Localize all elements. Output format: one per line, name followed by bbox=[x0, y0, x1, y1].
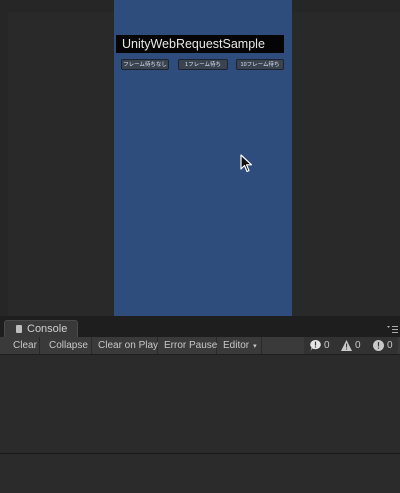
clear-button[interactable]: Clear bbox=[8, 337, 40, 354]
clear-on-play-toggle[interactable]: Clear on Play bbox=[95, 337, 158, 354]
error-icon bbox=[373, 340, 384, 351]
console-icon bbox=[16, 325, 22, 333]
collapse-toggle[interactable]: Collapse bbox=[46, 337, 92, 354]
tab-console[interactable]: Console bbox=[4, 320, 78, 337]
title-text-box: UnityWebRequestSample bbox=[116, 35, 284, 53]
console-tab-bar: Console bbox=[0, 316, 400, 337]
warning-count-toggle[interactable]: 0 bbox=[340, 337, 368, 354]
dropdown-arrow-icon: ▾ bbox=[253, 343, 257, 350]
one-frame-wait-button[interactable]: 1フレーム待ち bbox=[178, 59, 228, 70]
console-detail-area[interactable] bbox=[0, 454, 400, 493]
warning-icon bbox=[341, 340, 352, 351]
error-count-toggle[interactable]: 0 bbox=[372, 337, 398, 354]
error-pause-toggle[interactable]: Error Pause bbox=[161, 337, 217, 354]
log-count-toggle[interactable]: 0 bbox=[309, 337, 337, 354]
error-count: 0 bbox=[387, 340, 393, 351]
ten-frame-wait-button[interactable]: 10フレーム待ち bbox=[236, 59, 284, 70]
editor-dropdown[interactable]: Editor ▾ bbox=[220, 337, 262, 354]
game-screen[interactable]: UnityWebRequestSample フレーム待ちなし 1フレーム待ち 1… bbox=[114, 0, 292, 316]
console-toolbar: Clear Collapse Clear on Play Error Pause… bbox=[0, 337, 400, 355]
warning-count: 0 bbox=[355, 340, 361, 351]
no-wait-button[interactable]: フレーム待ちなし bbox=[121, 59, 169, 70]
info-icon bbox=[310, 340, 321, 351]
log-count: 0 bbox=[324, 340, 330, 351]
console-log-list[interactable] bbox=[0, 355, 400, 453]
mouse-cursor-icon bbox=[240, 154, 253, 173]
game-view-panel: UnityWebRequestSample フレーム待ちなし 1フレーム待ち 1… bbox=[0, 0, 400, 316]
tab-console-label: Console bbox=[27, 323, 68, 335]
editor-dropdown-label: Editor bbox=[223, 340, 250, 351]
message-counts: 0 0 0 bbox=[304, 337, 398, 354]
panel-menu-icon[interactable] bbox=[386, 324, 398, 334]
